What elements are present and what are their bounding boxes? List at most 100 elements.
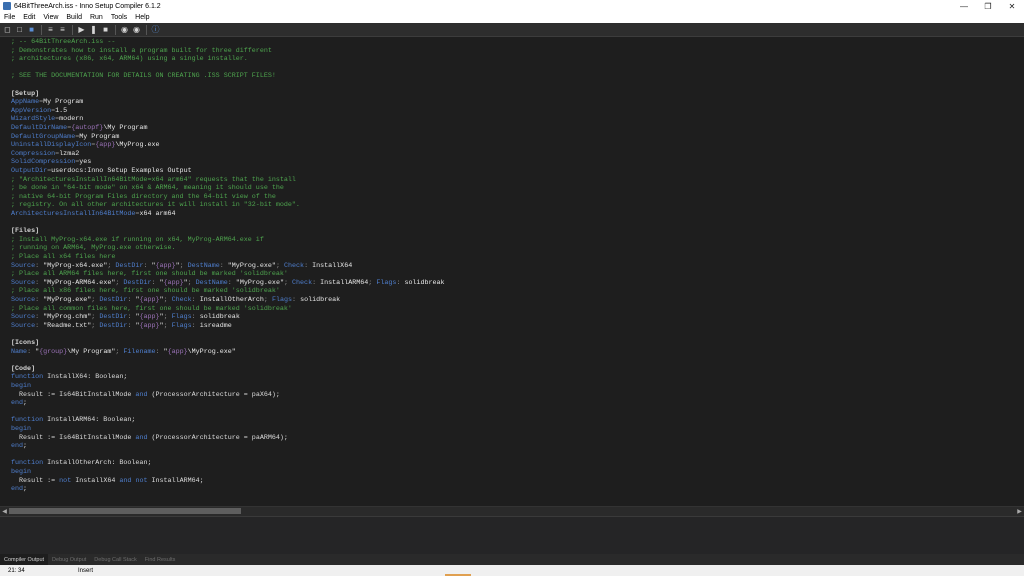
output-tabs: Compiler Output Debug Output Debug Call … — [0, 554, 1024, 565]
code-token: InstallOtherArch — [199, 296, 264, 304]
code-token: Flags — [171, 321, 192, 330]
pause-icon[interactable]: ❚ — [88, 24, 99, 35]
code-token: ; — [23, 399, 28, 408]
code-token: ; registry. On all other architectures i… — [11, 201, 300, 210]
code-token: Source — [11, 313, 36, 322]
new-file-icon[interactable]: ◻ — [2, 24, 13, 35]
code-token: Check — [171, 296, 192, 304]
tab-debug-output[interactable]: Debug Output — [48, 554, 90, 565]
run-icon[interactable]: ▶ — [76, 24, 87, 35]
menu-tools[interactable]: Tools — [107, 14, 131, 21]
code-token: [Files] — [11, 227, 40, 236]
code-line: AppName=My Program — [11, 98, 83, 107]
help-icon[interactable]: ⓘ — [150, 24, 161, 35]
code-token: ; — [275, 261, 284, 270]
code-token: ; Place all x86 files here, first one sh… — [11, 287, 280, 296]
code-token: : — [219, 261, 228, 270]
code-token: {app} — [155, 261, 176, 270]
code-editor[interactable]: ; -- 64BitThreeArch.iss --; Demonstrates… — [0, 37, 1024, 506]
code-token: : — [304, 261, 313, 270]
stop-icon[interactable]: ■ — [100, 24, 111, 35]
code-token: function — [11, 459, 44, 468]
code-token: ; -- 64BitThreeArch.iss -- — [11, 38, 116, 46]
code-token: InstallARM64; — [147, 476, 204, 485]
code-line: Compression=lzma2 — [11, 150, 79, 159]
close-icon[interactable]: ✕ — [1000, 0, 1024, 12]
code-token: Filename — [123, 347, 156, 356]
code-line: Name: "{group}\My Program"; Filename: "{… — [11, 348, 236, 357]
code-token: Result := Is64BitInstallMode — [11, 433, 136, 442]
tab-debug-call-stack[interactable]: Debug Call Stack — [90, 554, 141, 565]
maximize-icon[interactable]: ❐ — [976, 0, 1000, 12]
menu-help[interactable]: Help — [131, 14, 153, 21]
code-token: userdocs:Inno Setup Examples Output — [51, 167, 192, 175]
code-line: begin — [11, 425, 31, 434]
code-token: : — [35, 313, 44, 322]
code-line: ; Place all x86 files here, first one sh… — [11, 287, 280, 296]
code-token: and not — [119, 476, 148, 485]
code-token: solidbreak — [199, 313, 240, 322]
compiler-output-panel[interactable] — [0, 516, 1024, 555]
code-token: ; — [23, 485, 28, 494]
code-line: ; "ArchitecturesInstallIn64BitMode=x64 a… — [11, 176, 296, 185]
code-token: and — [135, 433, 148, 442]
code-line: end; — [11, 485, 27, 494]
code-token: ; Install MyProg-x64.exe if running on x… — [11, 235, 264, 244]
code-token: InstallARM64 — [320, 278, 369, 287]
tab-find-results[interactable]: Find Results — [141, 554, 180, 565]
window-title: 64BitThreeArch.iss - Inno Setup Compiler… — [14, 2, 161, 10]
code-token: "MyProg.chm" — [43, 313, 92, 322]
code-token: ; — [283, 278, 293, 287]
open-file-icon[interactable]: □ — [14, 24, 25, 35]
code-token: modern — [59, 115, 84, 124]
code-token: SolidCompression — [11, 158, 76, 167]
minimize-icon[interactable]: — — [952, 0, 976, 12]
code-line: ; registry. On all other architectures i… — [11, 201, 300, 210]
menu-run[interactable]: Run — [86, 14, 107, 21]
code-token: Check — [292, 278, 313, 287]
code-token: InstallARM64: Boolean; — [43, 416, 136, 425]
code-token: x64 arm64 — [139, 210, 176, 218]
compile-icon[interactable]: ≡ — [45, 24, 56, 35]
code-line: function InstallARM64: Boolean; — [11, 416, 135, 425]
menu-build[interactable]: Build — [62, 14, 86, 21]
menu-file[interactable]: File — [0, 14, 19, 21]
code-token: "MyProg.exe" — [235, 278, 284, 287]
code-token: {app} — [139, 296, 160, 304]
code-token: OutputDir — [11, 167, 48, 175]
code-token: ; — [179, 261, 188, 270]
code-token: My Program — [43, 98, 84, 107]
code-token: Source — [11, 321, 36, 330]
inno-setup-icon[interactable]: ◉ — [131, 24, 142, 35]
code-token: DestDir — [123, 278, 152, 287]
menu-view[interactable]: View — [39, 14, 62, 21]
scrollbar-thumb[interactable] — [9, 508, 241, 514]
wizard-icon[interactable]: ◉ — [119, 24, 130, 35]
code-token: InstallX64 — [71, 476, 120, 485]
code-token: : — [292, 296, 301, 304]
insert-mode: Insert — [78, 567, 94, 574]
code-line: end; — [11, 442, 27, 451]
save-icon[interactable]: ■ — [26, 24, 37, 35]
horizontal-scrollbar[interactable]: ◀ ▶ — [0, 506, 1024, 516]
code-token: ; native 64-bit Program Files directory … — [11, 192, 276, 201]
menu-bar: File Edit View Build Run Tools Help — [0, 12, 1024, 23]
code-token: : — [155, 347, 164, 356]
code-token: [Code] — [11, 364, 36, 373]
code-token: ; be done in "64-bit mode" on x64 & ARM6… — [11, 184, 284, 193]
scroll-right-icon[interactable]: ▶ — [1015, 507, 1024, 516]
code-token: Flags — [171, 313, 192, 322]
code-token: {app} — [95, 141, 116, 150]
stop-compile-icon[interactable]: ≡ — [57, 24, 68, 35]
tab-compiler-output[interactable]: Compiler Output — [0, 554, 49, 565]
code-line: ; Demonstrates how to install a program … — [11, 47, 272, 56]
code-token: ; Place all x64 files here — [11, 253, 116, 261]
code-token: InstallX64: Boolean; — [43, 373, 128, 382]
code-token: begin — [11, 382, 32, 390]
code-token: (ProcessorArchitecture = paX64); — [147, 390, 280, 399]
code-token: ; SEE THE DOCUMENTATION FOR DETAILS ON C… — [11, 72, 276, 81]
scroll-left-icon[interactable]: ◀ — [0, 507, 9, 516]
code-token: (ProcessorArchitecture = paARM64); — [147, 433, 288, 442]
menu-edit[interactable]: Edit — [19, 14, 39, 21]
code-token: solidbreak — [300, 296, 341, 304]
